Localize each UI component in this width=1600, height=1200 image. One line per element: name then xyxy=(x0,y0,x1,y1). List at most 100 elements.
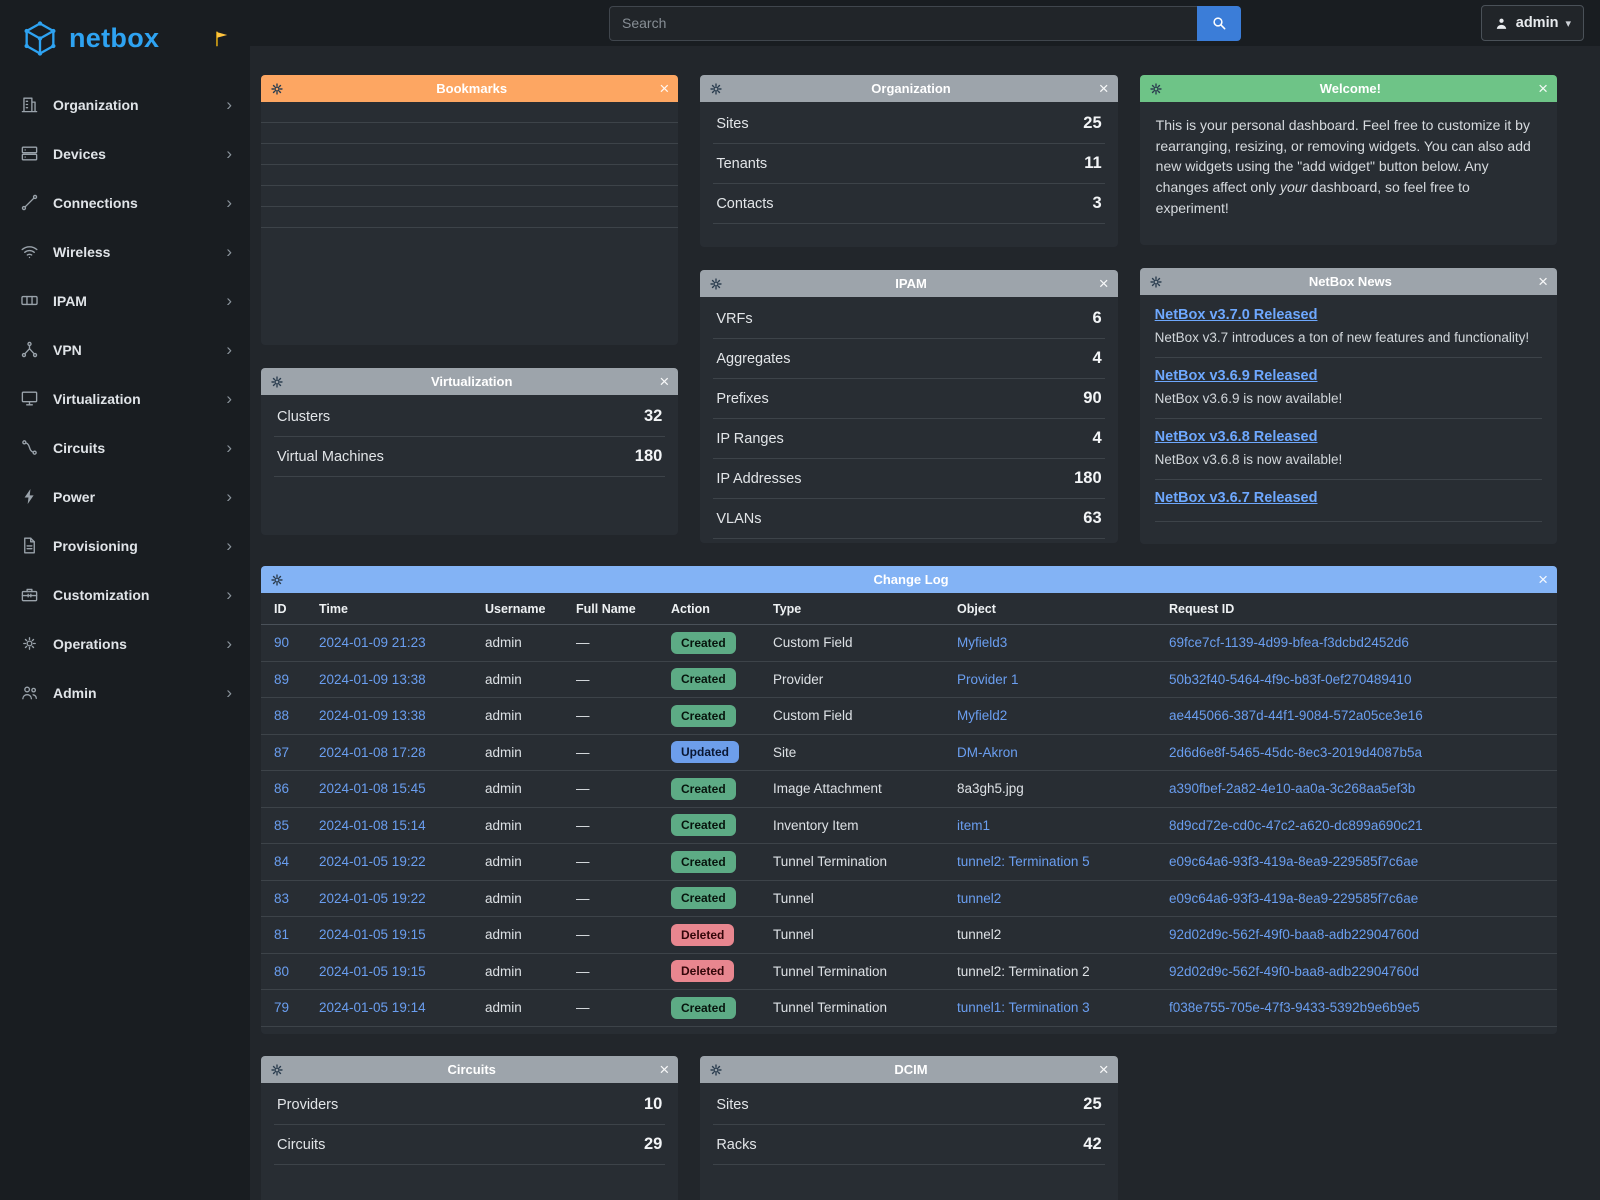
stat-row[interactable]: Prefixes 90 xyxy=(713,379,1104,419)
request-id-link[interactable]: 8d9cd72e-cd0c-47c2-a620-dc899a690c21 xyxy=(1169,818,1423,833)
change-object-link[interactable]: tunnel2: Termination 5 xyxy=(957,854,1090,869)
stat-row[interactable]: Providers 10 xyxy=(274,1085,665,1125)
widget-header[interactable]: Circuits × xyxy=(261,1056,678,1083)
close-icon[interactable]: × xyxy=(1099,275,1109,292)
widget-header[interactable]: Welcome! × xyxy=(1140,75,1557,102)
request-id-link[interactable]: ae445066-387d-44f1-9084-572a05ce3e16 xyxy=(1169,708,1423,723)
sidebar-item-provisioning[interactable]: Provisioning › xyxy=(0,521,250,570)
close-icon[interactable]: × xyxy=(1538,273,1548,290)
stat-row[interactable]: Sites 25 xyxy=(713,104,1104,144)
sidebar-item-customization[interactable]: Customization › xyxy=(0,570,250,619)
close-icon[interactable]: × xyxy=(1099,80,1109,97)
news-headline-link[interactable]: NetBox v3.6.8 Released xyxy=(1155,429,1318,445)
change-object-link[interactable]: tunnel1: Termination 3 xyxy=(957,1000,1090,1015)
change-id-link[interactable]: 80 xyxy=(274,964,289,979)
change-id-link[interactable]: 83 xyxy=(274,891,289,906)
request-id-link[interactable]: a390fbef-2a82-4e10-aa0a-3c268aa5ef3b xyxy=(1169,781,1415,796)
stat-row[interactable]: Clusters 32 xyxy=(274,397,665,437)
sidebar-item-organization[interactable]: Organization › xyxy=(0,80,250,129)
change-id-link[interactable]: 84 xyxy=(274,854,289,869)
widget-header[interactable]: IPAM × xyxy=(700,270,1117,297)
stat-row[interactable]: Aggregates 4 xyxy=(713,339,1104,379)
sidebar-item-power[interactable]: Power › xyxy=(0,472,250,521)
bookmark-link[interactable] xyxy=(261,186,678,207)
change-time-link[interactable]: 2024-01-09 13:38 xyxy=(319,672,426,687)
change-object-link[interactable]: item1 xyxy=(957,818,990,833)
change-object-link[interactable]: tunnel2: Termination 2 xyxy=(957,964,1090,979)
stat-row[interactable]: Sites 25 xyxy=(713,1085,1104,1125)
stat-row[interactable]: VLANs 63 xyxy=(713,499,1104,539)
sidebar-item-virtualization[interactable]: Virtualization › xyxy=(0,374,250,423)
search-button[interactable] xyxy=(1197,6,1241,41)
change-time-link[interactable]: 2024-01-05 19:22 xyxy=(319,891,426,906)
sidebar-item-operations[interactable]: Operations › xyxy=(0,619,250,668)
widget-settings-icon[interactable] xyxy=(270,82,284,96)
request-id-link[interactable]: 69fce7cf-1139-4d99-bfea-f3dcbd2452d6 xyxy=(1169,635,1409,650)
stat-row[interactable]: Tenants 11 xyxy=(713,144,1104,184)
sidebar-item-admin[interactable]: Admin › xyxy=(0,668,250,717)
change-time-link[interactable]: 2024-01-05 19:15 xyxy=(319,927,426,942)
widget-header[interactable]: NetBox News × xyxy=(1140,268,1557,295)
widget-header[interactable]: Organization × xyxy=(700,75,1117,102)
sidebar-item-devices[interactable]: Devices › xyxy=(0,129,250,178)
widget-settings-icon[interactable] xyxy=(709,1063,723,1077)
bookmark-link[interactable] xyxy=(261,207,678,228)
bookmark-link[interactable] xyxy=(261,165,678,186)
search-input[interactable] xyxy=(609,6,1197,41)
change-id-link[interactable]: 81 xyxy=(274,927,289,942)
stat-row[interactable]: Racks 42 xyxy=(713,1125,1104,1165)
stat-row[interactable]: Virtual Machines 180 xyxy=(274,437,665,477)
bookmark-link[interactable] xyxy=(261,102,678,123)
change-time-link[interactable]: 2024-01-09 13:38 xyxy=(319,708,426,723)
widget-settings-icon[interactable] xyxy=(709,82,723,96)
request-id-link[interactable]: 92d02d9c-562f-49f0-baa8-adb22904760d xyxy=(1169,927,1419,942)
change-time-link[interactable]: 2024-01-09 21:23 xyxy=(319,635,426,650)
change-id-link[interactable]: 89 xyxy=(274,672,289,687)
request-id-link[interactable]: e09c64a6-93f3-419a-8ea9-229585f7c6ae xyxy=(1169,891,1418,906)
change-time-link[interactable]: 2024-01-08 15:45 xyxy=(319,781,426,796)
widget-header[interactable]: DCIM × xyxy=(700,1056,1117,1083)
request-id-link[interactable]: 2d6d6e8f-5465-45dc-8ec3-2019d4087b5a xyxy=(1169,745,1422,760)
change-id-link[interactable]: 90 xyxy=(274,635,289,650)
close-icon[interactable]: × xyxy=(1538,80,1548,97)
change-time-link[interactable]: 2024-01-08 17:28 xyxy=(319,745,426,760)
widget-settings-icon[interactable] xyxy=(270,1063,284,1077)
close-icon[interactable]: × xyxy=(659,1061,669,1078)
widget-settings-icon[interactable] xyxy=(709,277,723,291)
widget-header[interactable]: Change Log × xyxy=(261,566,1557,593)
user-menu-button[interactable]: admin ▾ xyxy=(1481,5,1584,41)
stat-row[interactable]: IP Ranges 4 xyxy=(713,419,1104,459)
change-object-link[interactable]: Myfield3 xyxy=(957,635,1007,650)
change-object-link[interactable]: Provider 1 xyxy=(957,672,1019,687)
pennant-flag-icon[interactable] xyxy=(213,29,232,48)
news-headline-link[interactable]: NetBox v3.6.9 Released xyxy=(1155,368,1318,384)
news-headline-link[interactable]: NetBox v3.7.0 Released xyxy=(1155,307,1318,323)
close-icon[interactable]: × xyxy=(1538,571,1548,588)
widget-header[interactable]: Virtualization × xyxy=(261,368,678,395)
change-time-link[interactable]: 2024-01-08 15:14 xyxy=(319,818,426,833)
change-time-link[interactable]: 2024-01-05 19:22 xyxy=(319,854,426,869)
sidebar-item-circuits[interactable]: Circuits › xyxy=(0,423,250,472)
sidebar-item-wireless[interactable]: Wireless › xyxy=(0,227,250,276)
change-object-link[interactable]: tunnel2 xyxy=(957,891,1001,906)
stat-row[interactable]: Contacts 3 xyxy=(713,184,1104,224)
request-id-link[interactable]: e09c64a6-93f3-419a-8ea9-229585f7c6ae xyxy=(1169,854,1418,869)
change-object-link[interactable]: DM-Akron xyxy=(957,745,1018,760)
widget-header[interactable]: Bookmarks × xyxy=(261,75,678,102)
stat-row[interactable]: VRFs 6 xyxy=(713,299,1104,339)
change-object-link[interactable]: 8a3gh5.jpg xyxy=(957,781,1024,796)
request-id-link[interactable]: f038e755-705e-47f3-9433-5392b9e6b9e5 xyxy=(1169,1000,1420,1015)
change-id-link[interactable]: 88 xyxy=(274,708,289,723)
change-id-link[interactable]: 87 xyxy=(274,745,289,760)
bookmark-link[interactable] xyxy=(261,144,678,165)
change-id-link[interactable]: 79 xyxy=(274,1000,289,1015)
request-id-link[interactable]: 92d02d9c-562f-49f0-baa8-adb22904760d xyxy=(1169,964,1419,979)
close-icon[interactable]: × xyxy=(1099,1061,1109,1078)
sidebar-item-connections[interactable]: Connections › xyxy=(0,178,250,227)
stat-row[interactable]: Circuits 29 xyxy=(274,1125,665,1165)
bookmark-link[interactable] xyxy=(261,123,678,144)
sidebar-item-vpn[interactable]: VPN › xyxy=(0,325,250,374)
netbox-logo-icon[interactable] xyxy=(20,20,60,57)
news-headline-link[interactable]: NetBox v3.6.7 Released xyxy=(1155,490,1318,506)
change-id-link[interactable]: 86 xyxy=(274,781,289,796)
